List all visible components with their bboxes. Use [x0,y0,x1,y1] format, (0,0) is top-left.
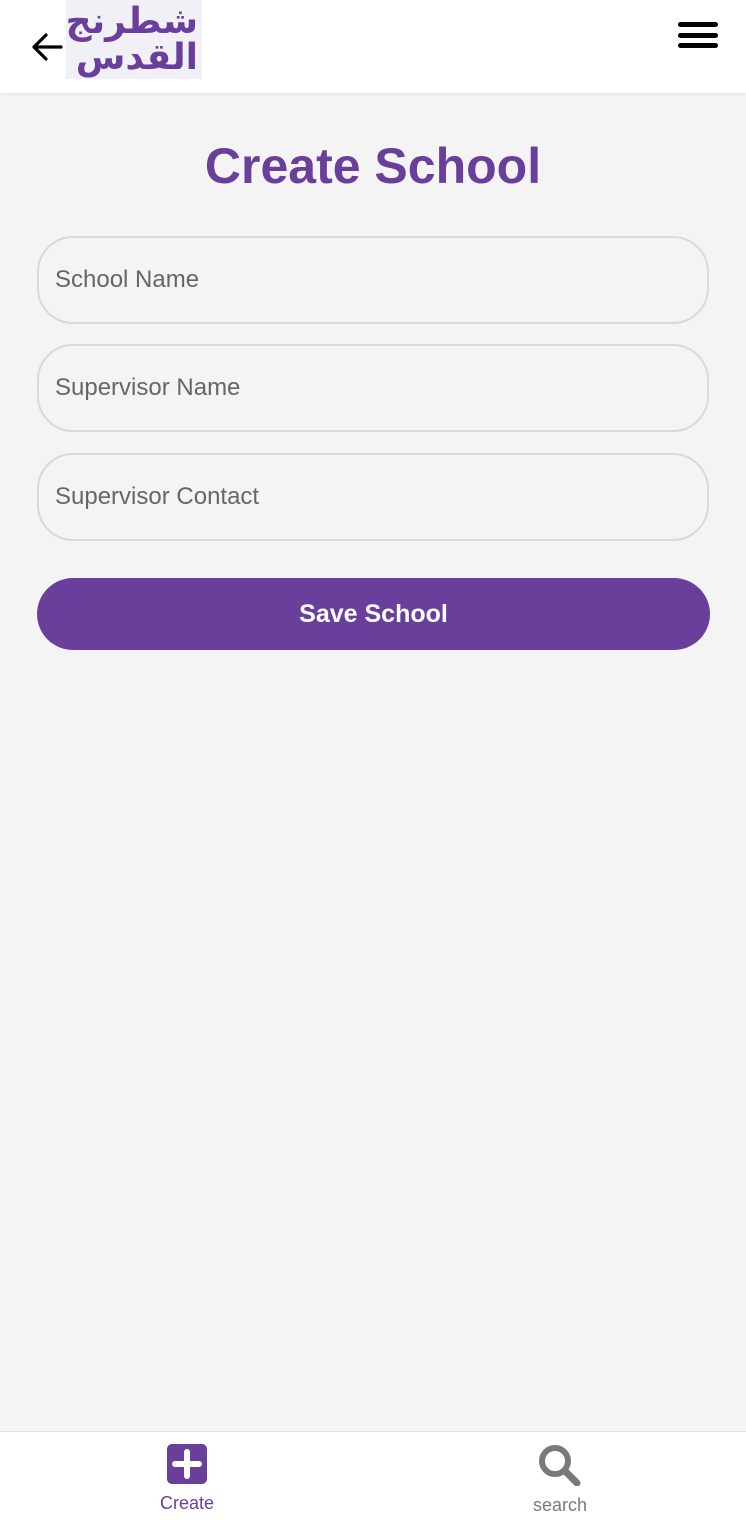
nav-label-create: Create [159,1493,215,1513]
nav-item-create[interactable]: Create [107,1444,267,1514]
menu-bar [678,32,718,38]
nav-label-search: search [532,1495,588,1515]
school-name-input[interactable] [37,236,709,324]
search-icon [539,1445,581,1486]
supervisor-contact-input[interactable] [37,453,709,541]
nav-item-search[interactable]: search [480,1444,640,1516]
plus-square-icon [167,1444,207,1484]
supervisor-name-input[interactable] [37,344,709,432]
app-logo: شطرنج القدس [66,0,202,79]
save-school-button[interactable]: Save School [37,578,710,650]
bottom-navigation: Create search [0,1431,746,1520]
logo-text-bottom: القدس [75,36,198,78]
menu-bar [678,43,718,48]
app-screen: شطرنج القدس Create School Save School Cr… [0,0,746,1520]
arrow-left-icon [32,33,63,61]
logo-text-top: شطرنج [66,0,198,42]
page-title: Create School [204,138,542,194]
menu-bar [678,22,718,27]
back-button[interactable] [28,28,66,66]
hamburger-menu-icon[interactable] [678,20,718,50]
app-header: شطرنج القدس [0,0,746,93]
